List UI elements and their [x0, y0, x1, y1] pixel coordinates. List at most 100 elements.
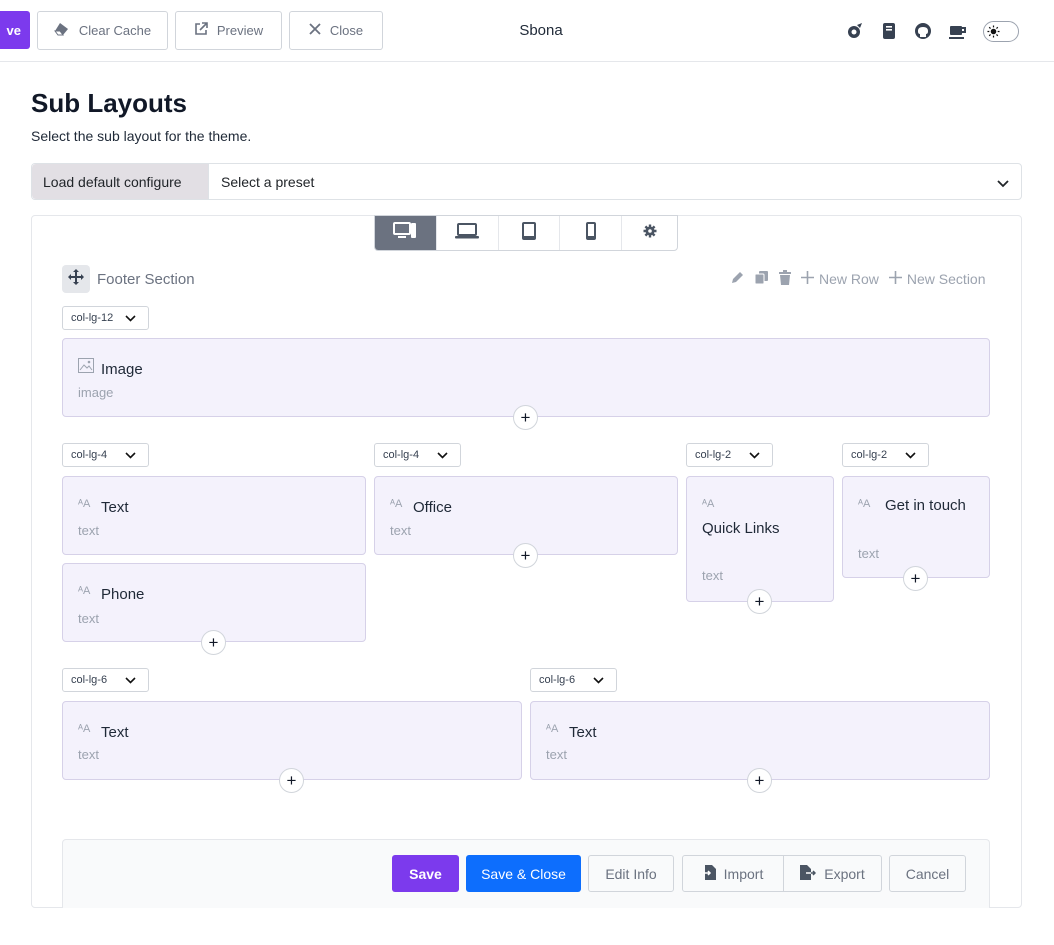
device-desktop-button[interactable]	[375, 216, 437, 250]
top-toolbar: ve Clear Cache Preview Close Sbona	[0, 0, 1054, 62]
chevron-down-icon	[749, 450, 760, 462]
chevron-down-icon	[905, 450, 916, 462]
new-row-label: New Row	[819, 271, 879, 287]
text-size-icon: ᴬA	[78, 585, 91, 597]
column-width-value: col-lg-2	[851, 449, 888, 461]
chevron-down-icon	[125, 450, 136, 462]
move-icon	[68, 268, 84, 290]
column-width-value: col-lg-6	[71, 674, 108, 686]
column-width-value: col-lg-6	[539, 674, 576, 686]
addon-title: Quick Links	[702, 520, 780, 537]
column-width-select[interactable]: col-lg-6	[530, 668, 617, 692]
addon-card[interactable]: ᴬA Get in touch text	[842, 476, 990, 578]
device-tablet-button[interactable]	[499, 216, 561, 250]
save-button[interactable]: Save	[392, 855, 459, 892]
load-default-button[interactable]: Load default configure	[32, 164, 209, 199]
text-size-icon: ᴬA	[78, 498, 91, 510]
mobile-icon	[585, 221, 597, 246]
laptop-icon	[455, 222, 480, 244]
device-settings-button[interactable]	[622, 216, 677, 250]
addon-title: Image	[101, 361, 143, 378]
column-width-value: col-lg-4	[71, 449, 108, 461]
plus-icon	[888, 271, 902, 287]
page-description: Select the sub layout for the theme.	[31, 128, 252, 144]
addon-title: Text	[569, 724, 597, 741]
export-icon	[800, 864, 817, 883]
new-section-button[interactable]: New Section	[888, 271, 986, 287]
book-icon[interactable]	[879, 21, 899, 41]
chevron-down-icon	[997, 175, 1009, 191]
import-button[interactable]: Import	[682, 855, 784, 892]
text-size-icon: ᴬA	[702, 498, 715, 510]
export-label: Export	[824, 865, 865, 882]
addon-type: text	[390, 523, 411, 538]
preset-select[interactable]: Select a preset	[209, 164, 1021, 199]
addon-title: Text	[101, 724, 129, 741]
cancel-button[interactable]: Cancel	[889, 855, 966, 892]
column-width-select[interactable]: col-lg-6	[62, 668, 149, 692]
github-icon[interactable]	[913, 21, 933, 41]
chevron-down-icon	[125, 313, 136, 325]
page-title: Sub Layouts	[31, 88, 188, 118]
add-addon-button[interactable]: +	[513, 543, 538, 568]
save-close-button[interactable]: Save & Close	[466, 855, 581, 892]
preset-select-value: Select a preset	[221, 173, 315, 190]
add-addon-button[interactable]: +	[279, 768, 304, 793]
column-width-value: col-lg-12	[71, 312, 114, 324]
column-width-value: col-lg-2	[695, 449, 732, 461]
add-addon-button[interactable]: +	[903, 566, 928, 591]
coffee-icon[interactable]	[948, 21, 968, 41]
copy-icon[interactable]	[754, 270, 769, 288]
text-size-icon: ᴬA	[390, 498, 403, 510]
trash-icon[interactable]	[778, 270, 792, 288]
image-icon	[78, 358, 94, 376]
addon-title: Office	[413, 499, 452, 516]
column-width-select[interactable]: col-lg-4	[374, 443, 461, 467]
edit-info-button[interactable]: Edit Info	[588, 855, 674, 892]
column-width-value: col-lg-4	[383, 449, 420, 461]
device-switcher	[374, 215, 678, 251]
gear-icon	[643, 224, 657, 243]
addon-title: Text	[101, 499, 129, 516]
device-mobile-button[interactable]	[560, 216, 623, 250]
section-move-handle[interactable]	[62, 265, 90, 293]
addon-type: text	[702, 568, 723, 583]
chevron-down-icon	[593, 675, 604, 687]
add-addon-button[interactable]: +	[747, 768, 772, 793]
addon-type: text	[858, 546, 879, 561]
column-width-select[interactable]: col-lg-2	[686, 443, 773, 467]
addon-title: Phone	[101, 586, 145, 603]
export-button[interactable]: Export	[783, 855, 882, 892]
preset-bar: Load default configure Select a preset	[31, 163, 1022, 200]
add-addon-button[interactable]: +	[201, 630, 226, 655]
section-tools: New Row New Section	[730, 270, 986, 288]
section-title: Footer Section	[97, 271, 195, 288]
sun-icon	[986, 24, 1001, 39]
desktop-icon	[393, 221, 417, 245]
column-width-select[interactable]: col-lg-4	[62, 443, 149, 467]
addon-card[interactable]: ᴬA Text text	[62, 476, 366, 555]
addon-type: text	[78, 523, 99, 538]
import-label: Import	[723, 865, 764, 882]
chevron-down-icon	[125, 675, 136, 687]
tablet-icon	[521, 221, 537, 246]
addon-card[interactable]: ᴬA Quick Links text	[686, 476, 834, 602]
text-size-icon: ᴬA	[546, 723, 559, 735]
theme-toggle[interactable]	[983, 21, 1019, 42]
addon-type: text	[546, 747, 567, 762]
new-row-button[interactable]: New Row	[801, 271, 879, 287]
column-width-select[interactable]: col-lg-2	[842, 443, 929, 467]
column-width-select[interactable]: col-lg-12	[62, 306, 149, 330]
addon-type: text	[78, 747, 99, 762]
add-addon-button[interactable]: +	[747, 589, 772, 614]
plus-icon	[801, 271, 814, 287]
device-laptop-button[interactable]	[437, 216, 499, 250]
pencil-icon[interactable]	[730, 270, 745, 288]
add-addon-button[interactable]: +	[513, 405, 538, 430]
rocket-icon[interactable]	[845, 21, 865, 41]
new-section-label: New Section	[906, 271, 986, 287]
chevron-down-icon	[437, 450, 448, 462]
addon-type: text	[78, 611, 99, 626]
addon-title: Get in touch	[885, 497, 966, 514]
addon-type: image	[78, 385, 114, 400]
